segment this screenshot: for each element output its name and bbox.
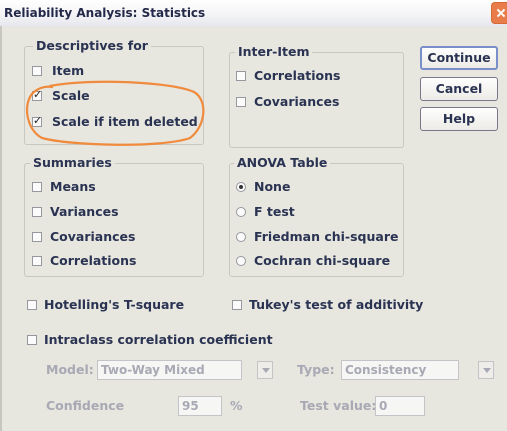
anova-friedman-radio[interactable]	[236, 232, 246, 242]
model-label: Model:	[46, 362, 94, 377]
correlations-checkbox[interactable]	[32, 256, 42, 266]
variances-label: Variances	[50, 204, 119, 219]
anova-friedman-label: Friedman chi-square	[254, 229, 399, 244]
item-label: Item	[52, 63, 85, 78]
anova-none-radio[interactable]	[236, 182, 246, 192]
inter-item-legend: Inter-Item	[235, 44, 313, 59]
hotelling-label: Hotelling's T-square	[44, 297, 185, 312]
hotelling-checkbox[interactable]	[27, 300, 37, 310]
inter-item-correlations-checkbox[interactable]	[236, 71, 246, 81]
inter-item-covariances-checkbox[interactable]	[236, 97, 246, 107]
intraclass-label: Intraclass correlation coefficient	[44, 332, 273, 347]
summaries-legend: Summaries	[30, 155, 115, 170]
item-checkbox[interactable]	[32, 66, 42, 76]
confidence-input[interactable]: 95	[178, 396, 222, 416]
help-button[interactable]: Help	[420, 107, 498, 131]
means-checkbox[interactable]	[32, 182, 42, 192]
test-value-label: Test value:	[300, 398, 377, 413]
type-label: Type:	[297, 362, 335, 377]
anova-cochran-radio[interactable]	[236, 256, 246, 266]
window-border	[0, 26, 2, 431]
model-dropdown[interactable]: Two-Way Mixed	[97, 360, 242, 380]
tukey-checkbox[interactable]	[232, 300, 242, 310]
tukey-label: Tukey's test of additivity	[249, 297, 424, 312]
dialog-window: Reliability Analysis: Statistics Descrip…	[0, 0, 507, 431]
close-icon[interactable]	[491, 2, 507, 24]
covariances-label: Covariances	[50, 229, 136, 244]
variances-checkbox[interactable]	[32, 207, 42, 217]
type-dropdown[interactable]: Consistency	[341, 360, 459, 380]
cancel-button[interactable]: Cancel	[420, 77, 498, 101]
confidence-label: Confidence	[46, 398, 125, 413]
continue-button[interactable]: Continue	[420, 46, 498, 70]
correlations-label: Correlations	[50, 253, 137, 268]
inter-item-correlations-label: Correlations	[254, 68, 341, 83]
descriptives-legend: Descriptives for	[33, 38, 151, 53]
anova-f-test-label: F test	[254, 204, 295, 219]
highlight-ellipse	[25, 80, 205, 146]
anova-legend: ANOVA Table	[234, 155, 331, 170]
title-bar[interactable]: Reliability Analysis: Statistics	[0, 0, 507, 26]
inter-item-covariances-label: Covariances	[254, 94, 340, 109]
covariances-checkbox[interactable]	[32, 232, 42, 242]
type-dropdown-arrow-icon[interactable]	[478, 361, 494, 379]
means-label: Means	[50, 179, 96, 194]
window-title: Reliability Analysis: Statistics	[4, 6, 206, 20]
anova-f-test-radio[interactable]	[236, 207, 246, 217]
confidence-unit: %	[230, 398, 243, 413]
model-dropdown-arrow-icon[interactable]	[257, 361, 273, 379]
anova-none-label: None	[254, 179, 291, 194]
test-value-input[interactable]: 0	[375, 396, 425, 416]
intraclass-checkbox[interactable]	[27, 335, 37, 345]
anova-cochran-label: Cochran chi-square	[254, 253, 391, 268]
